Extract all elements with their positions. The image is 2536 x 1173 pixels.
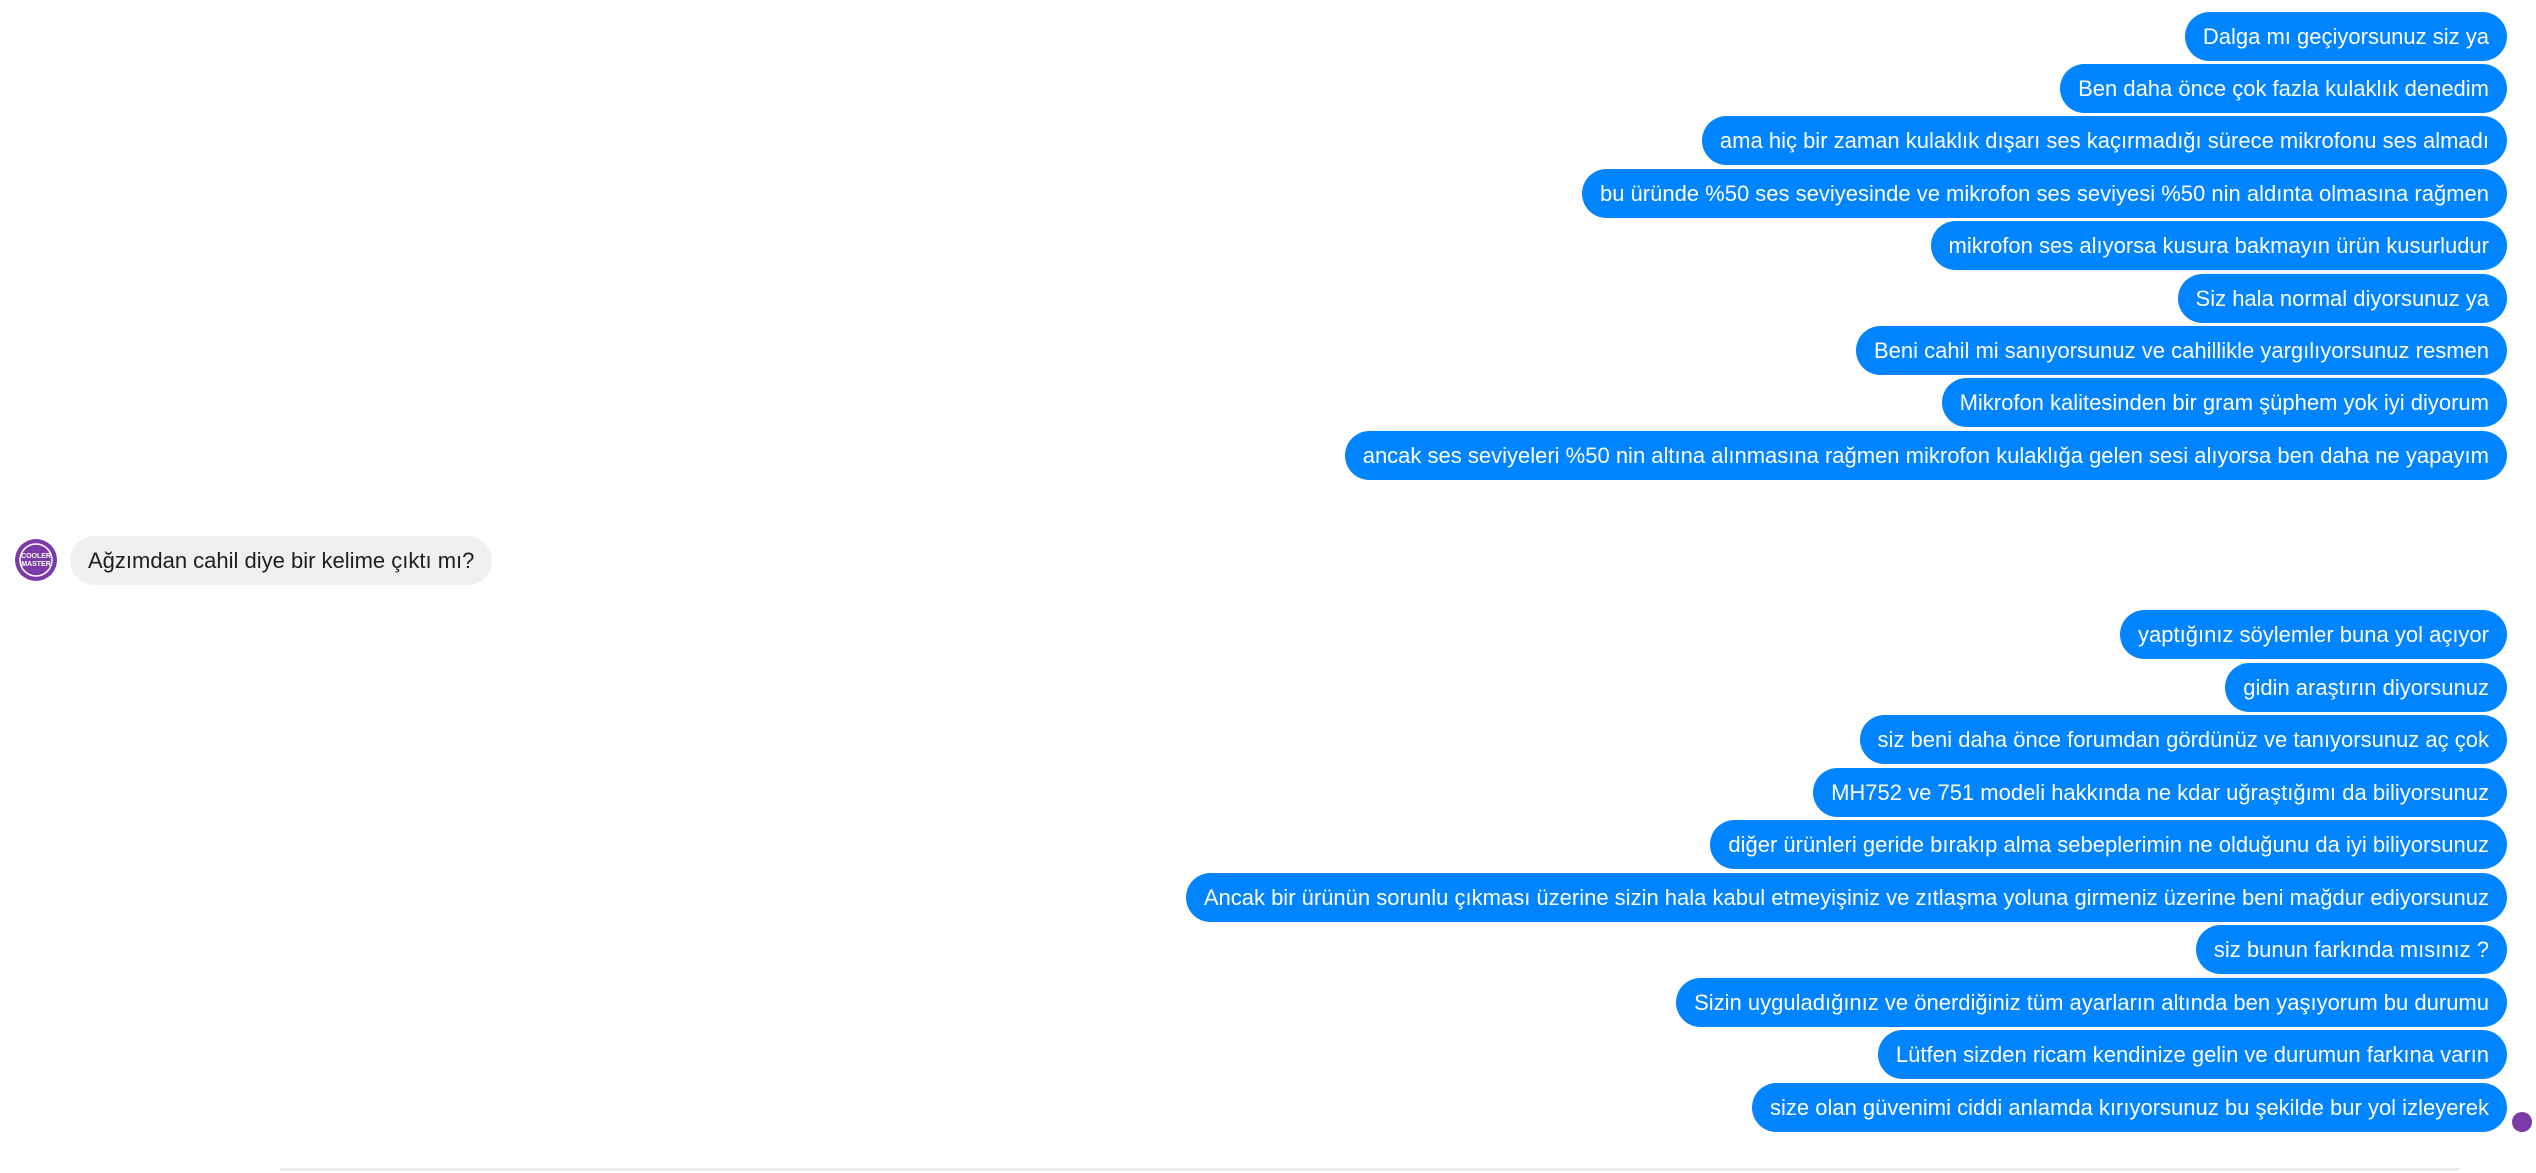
outgoing-message[interactable]: siz bunun farkında mısınız ? [2195, 925, 2507, 974]
outgoing-message[interactable]: ancak ses seviyeleri %50 nin altına alın… [1344, 431, 2507, 480]
outgoing-message[interactable]: Ancak bir ürünün sorunlu çıkması üzerine… [1185, 873, 2507, 922]
outgoing-message[interactable]: gidin araştırın diyorsunuz [2225, 663, 2507, 712]
outgoing-message[interactable]: size olan güvenimi ciddi anlamda kırıyor… [1751, 1083, 2507, 1132]
outgoing-message[interactable]: bu üründe %50 ses seviyesinde ve mikrofo… [1581, 169, 2507, 218]
outgoing-message[interactable]: Sizin uyguladığınız ve önerdiğiniz tüm a… [1676, 978, 2507, 1027]
outgoing-message[interactable]: Mikrofon kalitesinden bir gram şüphem yo… [1941, 378, 2507, 427]
chat-thread: Dalga mı geçiyorsunuz siz ya Ben daha ön… [0, 0, 2536, 1173]
sender-avatar[interactable]: COOLER MASTER [15, 539, 57, 581]
outgoing-message[interactable]: yaptığınız söylemler buna yol açıyor [2120, 610, 2507, 659]
incoming-message[interactable]: Ağzımdan cahil diye bir kelime çıktı mı? [70, 536, 493, 585]
outgoing-message[interactable]: mikrofon ses alıyorsa kusura bakmayın ür… [1930, 221, 2507, 270]
outgoing-message[interactable]: diğer ürünleri geride bırakıp alma sebep… [1710, 820, 2507, 869]
outgoing-message[interactable]: Lütfen sizden ricam kendinize gelin ve d… [1877, 1030, 2507, 1079]
composer-divider [280, 1168, 2460, 1171]
outgoing-message[interactable]: siz beni daha önce forumdan gördünüz ve … [1859, 715, 2507, 764]
outgoing-message[interactable]: Siz hala normal diyorsunuz ya [2177, 274, 2507, 323]
svg-text:COOLERMASTER: COOLER MASTER [21, 553, 51, 568]
outgoing-message[interactable]: Dalga mı geçiyorsunuz siz ya [2184, 12, 2507, 61]
cooler-master-logo-icon: COOLER MASTER [19, 543, 53, 577]
outgoing-message[interactable]: Ben daha önce çok fazla kulaklık denedim [2060, 64, 2507, 113]
seen-indicator-avatar [2512, 1112, 2532, 1132]
outgoing-message[interactable]: MH752 ve 751 modeli hakkında ne kdar uğr… [1813, 768, 2507, 817]
outgoing-message[interactable]: ama hiç bir zaman kulaklık dışarı ses ka… [1701, 116, 2507, 165]
outgoing-message[interactable]: Beni cahil mi sanıyorsunuz ve cahillikle… [1855, 326, 2507, 375]
